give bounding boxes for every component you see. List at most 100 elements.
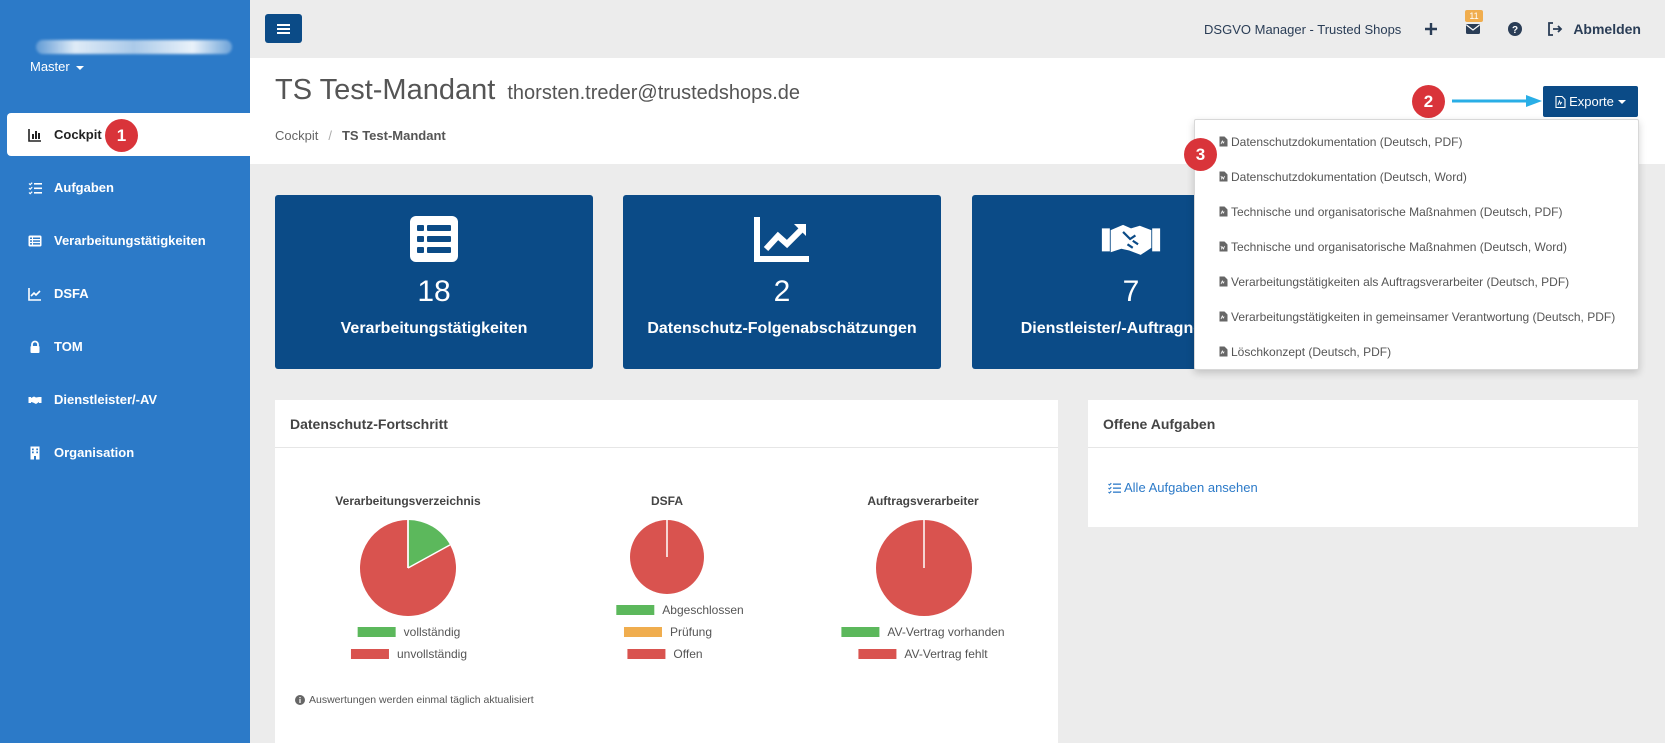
export-item-auftragsverarbeiter-pdf[interactable]: Verarbeitungstätigkeiten als Auftragsver… (1195, 264, 1638, 299)
open-tasks-panel: Offene Aufgaben Alle Aufgaben ansehen (1088, 400, 1638, 527)
sidebar-item-dienstleister[interactable]: Dienstleister/-AV (0, 378, 250, 421)
stat-label: Verarbeitungstätigkeiten (340, 320, 528, 337)
all-tasks-link-label: Alle Aufgaben ansehen (1124, 480, 1258, 495)
file-word-icon (1219, 171, 1228, 182)
sidebar-item-label: DSFA (54, 286, 89, 301)
sidebar-item-label: Verarbeitungstätigkeiten (54, 233, 206, 248)
sidebar-item-label: Dienstleister/-AV (54, 392, 158, 407)
chart-title: Verarbeitungsverzeichnis (335, 494, 481, 508)
stat-tile-verarbeitungstaetigkeiten[interactable]: 18 Verarbeitungstätigkeiten (275, 195, 593, 369)
breadcrumb-separator: / (328, 128, 332, 143)
help-icon[interactable]: ? (1505, 19, 1525, 39)
legend-label: vollständig (403, 625, 461, 639)
list-icon (275, 215, 593, 263)
chart-title: DSFA (650, 494, 684, 508)
sidebar-item-label: Organisation (54, 445, 135, 460)
annotation-marker-3: 3 (1184, 138, 1217, 171)
legend-item: vollständig (357, 625, 461, 639)
sidebar-nav: Cockpit Aufgaben Verarbeitungstätigkeite… (0, 113, 250, 484)
breadcrumb-item-cockpit[interactable]: Cockpit (275, 128, 318, 143)
page-title: TS Test-Mandant thorsten.treder@trusteds… (275, 74, 800, 107)
legend-swatch-green (616, 605, 655, 615)
exports-dropdown-menu: Datenschutzdokumentation (Deutsch, PDF) … (1194, 119, 1639, 370)
legend-item: Prüfung (623, 625, 713, 639)
annotation-marker-2: 2 (1412, 85, 1445, 118)
logout-button[interactable]: Abmelden (1547, 21, 1641, 37)
mail-icon[interactable]: 11 (1463, 10, 1483, 39)
file-pdf-icon (1219, 136, 1228, 147)
sidebar-item-tom[interactable]: TOM (0, 325, 250, 368)
caret-down-icon (1617, 99, 1626, 104)
chart-title: Auftragsverarbeiter (867, 494, 979, 508)
topbar: DSGVO Manager - Trusted Shops 11 ? Abmel… (250, 0, 1665, 58)
export-item-datenschutzdoku-pdf[interactable]: Datenschutzdokumentation (Deutsch, PDF) (1195, 124, 1638, 159)
sidebar: Master Cockpit Aufgaben Verarbeitungstät… (0, 0, 250, 743)
export-item-gemeinsame-verantwortung-pdf[interactable]: Verarbeitungstätigkeiten in gemeinsamer … (1195, 299, 1638, 334)
legend-label: Offen (673, 647, 703, 661)
file-pdf-icon (1555, 95, 1566, 108)
legend-swatch-red (350, 649, 389, 659)
export-item-label: Datenschutzdokumentation (Deutsch, Word) (1231, 169, 1467, 184)
plus-icon[interactable] (1421, 19, 1441, 39)
update-note-text: Auswertungen werden einmal täglich aktua… (309, 694, 534, 706)
exports-button[interactable]: Exporte (1543, 86, 1638, 117)
user-name-blurred (36, 40, 232, 54)
list-icon (28, 234, 42, 248)
legend-item: AV-Vertrag fehlt (858, 647, 988, 661)
legend-swatch-green (357, 627, 396, 637)
legend-item: Offen (627, 647, 703, 661)
sidebar-item-verarbeitungstaetigkeiten[interactable]: Verarbeitungstätigkeiten (0, 219, 250, 262)
sidebar-item-aufgaben[interactable]: Aufgaben (0, 166, 250, 209)
exports-button-label: Exporte (1569, 94, 1614, 109)
sidebar-item-dsfa[interactable]: DSFA (0, 272, 250, 315)
pie-chart-dsfa (630, 520, 704, 594)
lock-icon (28, 340, 42, 354)
legend-swatch-red (858, 649, 897, 659)
menu-toggle-button[interactable] (265, 14, 302, 43)
logout-label: Abmelden (1573, 21, 1641, 37)
file-pdf-icon (1219, 206, 1228, 217)
stat-label: Datenschutz-Folgenabschätzungen (647, 320, 917, 337)
legend-swatch-green (841, 627, 880, 637)
stat-value: 18 (417, 275, 451, 308)
export-item-label: Verarbeitungstätigkeiten in gemeinsamer … (1231, 309, 1616, 324)
breadcrumb-item-current: TS Test-Mandant (341, 128, 446, 143)
building-icon (28, 446, 42, 460)
export-item-label: Verarbeitungstätigkeiten als Auftragsver… (1231, 274, 1570, 289)
file-pdf-icon (1219, 346, 1228, 357)
export-item-tom-word[interactable]: Technische und organisatorische Maßnahme… (1195, 229, 1638, 264)
annotation-arrow (1452, 95, 1542, 107)
bar-chart-icon (28, 128, 42, 142)
svg-text:?: ? (1512, 25, 1518, 36)
legend-label: Prüfung (669, 625, 713, 639)
file-word-icon (1219, 241, 1228, 252)
line-chart-icon (28, 287, 42, 301)
file-pdf-icon (1219, 311, 1228, 322)
legend-label: AV-Vertrag vorhanden (887, 625, 1005, 639)
sidebar-item-label: TOM (54, 339, 83, 354)
export-item-datenschutzdoku-word[interactable]: Datenschutzdokumentation (Deutsch, Word) (1195, 159, 1638, 194)
export-item-tom-pdf[interactable]: Technische und organisatorische Maßnahme… (1195, 194, 1638, 229)
sidebar-item-organisation[interactable]: Organisation (0, 431, 250, 474)
stat-value: 2 (773, 275, 791, 308)
all-tasks-link[interactable]: Alle Aufgaben ansehen (1108, 480, 1258, 495)
pie-chart-verarbeitungsverzeichnis (360, 520, 456, 616)
legend-item: Abgeschlossen (616, 603, 744, 617)
legend-item: unvollständig (350, 647, 467, 661)
breadcrumb: Cockpit / TS Test-Mandant (275, 128, 446, 143)
sidebar-item-label: Aufgaben (54, 180, 114, 195)
line-chart-icon (623, 215, 941, 263)
page-title-text: TS Test-Mandant (275, 74, 496, 106)
export-item-loeschkonzept-pdf[interactable]: Löschkonzept (Deutsch, PDF) (1195, 334, 1638, 369)
master-dropdown[interactable]: Master (30, 59, 84, 74)
legend-label: Abgeschlossen (662, 603, 744, 617)
sign-out-icon (1548, 22, 1563, 36)
stat-tile-dsfa[interactable]: 2 Datenschutz-Folgenabschätzungen (623, 195, 941, 369)
panel-title: Datenschutz-Fortschritt (275, 400, 1058, 448)
tasks-icon (28, 181, 42, 195)
info-icon (295, 695, 305, 705)
legend-label: AV-Vertrag fehlt (904, 647, 988, 661)
progress-panel: Datenschutz-Fortschritt Verarbeitungsver… (275, 400, 1058, 743)
master-label: Master (30, 59, 70, 74)
legend-item: AV-Vertrag vorhanden (841, 625, 1005, 639)
